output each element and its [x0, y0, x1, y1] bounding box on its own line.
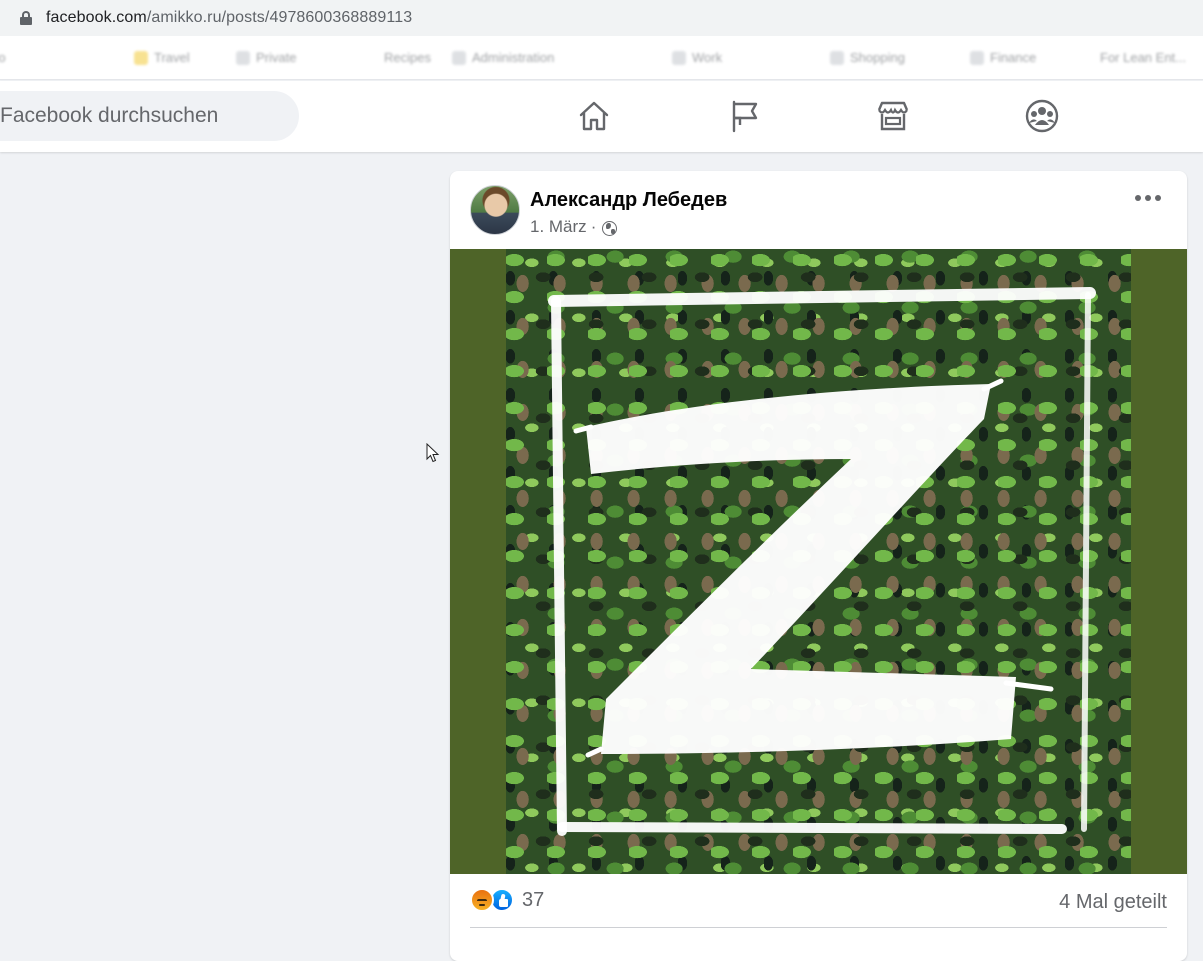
bookmark-item[interactable]: Recipes	[384, 50, 431, 65]
url-path: /amikko.ru/posts/4978600368889113	[146, 9, 413, 26]
lock-icon	[20, 11, 32, 25]
groups-icon[interactable]	[1024, 98, 1060, 134]
bookmark-item[interactable]: Private	[236, 50, 296, 65]
reaction-count[interactable]: 37	[522, 889, 544, 912]
globe-icon	[602, 220, 618, 236]
bookmark-item[interactable]: Administration	[452, 50, 554, 65]
angry-reaction-icon	[470, 888, 494, 912]
avatar[interactable]	[470, 185, 520, 235]
home-icon[interactable]	[576, 98, 612, 134]
meta-separator: ·	[590, 217, 597, 236]
camouflage-background	[506, 249, 1131, 874]
bookmark-item[interactable]: ro	[0, 50, 6, 65]
post-meta: 1. März ·	[530, 217, 618, 237]
reactions-summary[interactable]: 37	[470, 888, 544, 912]
url-text[interactable]: facebook.com/amikko.ru/posts/49786003688…	[46, 9, 412, 27]
facebook-top-bar: Facebook durchsuchen	[0, 81, 1203, 152]
post-image[interactable]	[450, 249, 1187, 874]
post-author-name[interactable]: Александр Лебедев	[530, 189, 727, 212]
bookmark-item[interactable]: Work	[672, 50, 722, 65]
bookmark-item[interactable]: Shopping	[830, 50, 905, 65]
bookmark-item[interactable]: Travel	[134, 50, 190, 65]
bookmark-item[interactable]: For Lean Ent...	[1100, 50, 1186, 65]
search-placeholder: Facebook durchsuchen	[0, 104, 219, 127]
divider	[470, 927, 1167, 928]
more-options-icon[interactable]	[1135, 195, 1161, 201]
marketplace-icon[interactable]	[875, 98, 911, 134]
post-card: Александр Лебедев 1. März · 37 4 Mal get…	[450, 171, 1187, 961]
bookmarks-bar: ro Travel Private Recipes Administration…	[0, 36, 1203, 80]
pages-flag-icon[interactable]	[726, 98, 762, 134]
search-input[interactable]: Facebook durchsuchen	[0, 91, 299, 141]
post-date[interactable]: 1. März	[530, 217, 587, 237]
share-count[interactable]: 4 Mal geteilt	[1059, 891, 1167, 914]
z-symbol-graphic	[548, 287, 1096, 836]
url-domain: facebook.com	[46, 9, 147, 26]
mouse-cursor-icon	[426, 443, 440, 463]
bookmark-item[interactable]: Finance	[970, 50, 1036, 65]
browser-address-bar[interactable]: facebook.com/amikko.ru/posts/49786003688…	[0, 0, 1203, 36]
